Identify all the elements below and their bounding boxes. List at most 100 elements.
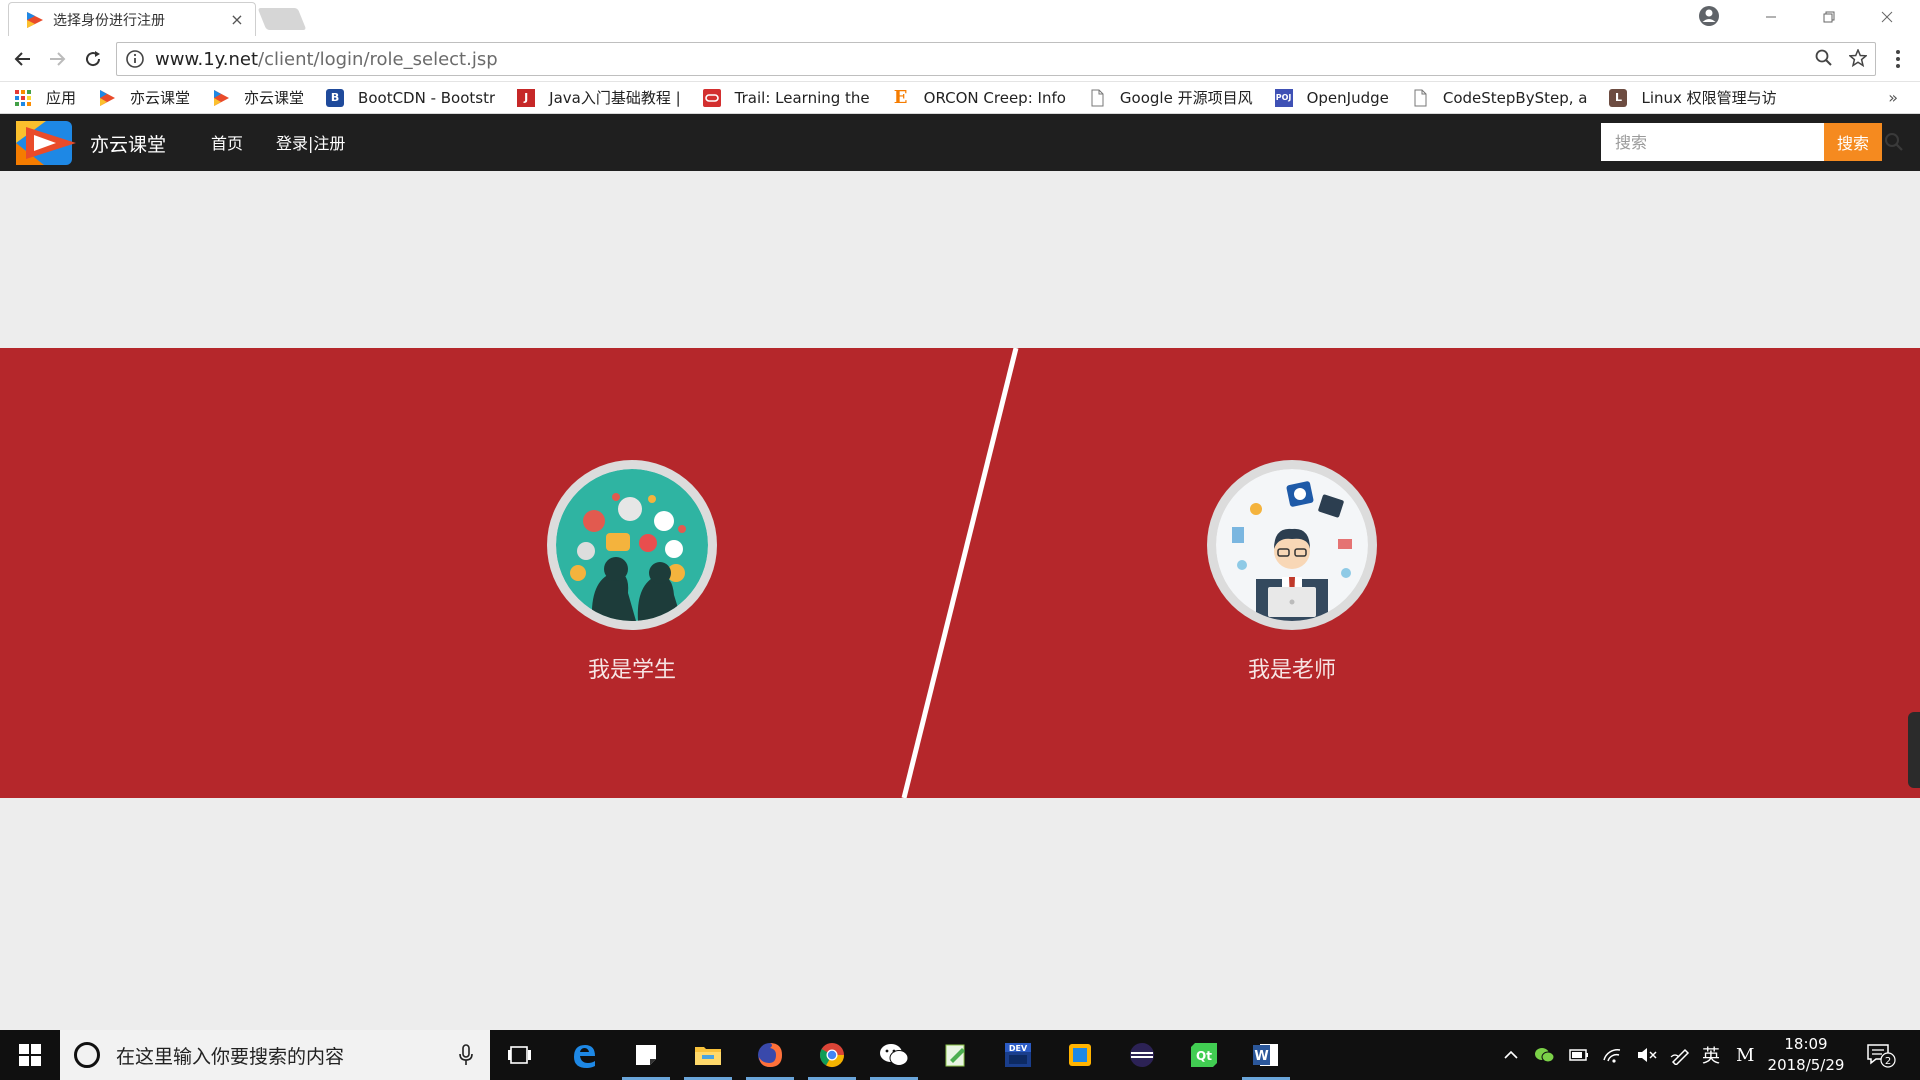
notepad-icon[interactable] [936, 1036, 976, 1074]
sticky-notes-icon[interactable] [622, 1036, 670, 1080]
browser-toolbar: www.1y.net/client/login/role_select.jsp [0, 36, 1920, 82]
chrome-icon[interactable] [808, 1036, 856, 1080]
wechat-icon[interactable] [870, 1036, 918, 1080]
bookmark-google-style[interactable]: Google 开源项目风 [1088, 87, 1253, 108]
orcon-e-icon: E [893, 88, 908, 107]
poj-icon: POJ [1274, 88, 1293, 107]
address-bar[interactable]: www.1y.net/client/login/role_select.jsp [116, 42, 1876, 76]
profile-icon[interactable] [1698, 5, 1720, 27]
student-role-card[interactable]: 我是学生 [532, 460, 732, 684]
forward-arrow-icon[interactable] [42, 44, 72, 74]
reload-icon[interactable] [78, 44, 108, 74]
bookmark-yiyun-2[interactable]: 亦云课堂 [212, 87, 304, 108]
java-tutorial-icon: J [517, 88, 536, 107]
archive-app-icon[interactable] [1060, 1036, 1100, 1074]
start-button[interactable] [0, 1030, 60, 1080]
bookmark-yiyun-1[interactable]: 亦云课堂 [98, 87, 190, 108]
bookmark-label: 亦云课堂 [130, 89, 191, 107]
notification-count: 2 [1885, 1056, 1891, 1067]
cortana-icon[interactable] [74, 1042, 100, 1068]
battery-icon[interactable] [1568, 1046, 1590, 1064]
bookmark-star-icon[interactable] [1849, 49, 1867, 67]
wechat-tray-icon[interactable] [1534, 1046, 1556, 1064]
back-arrow-icon[interactable] [8, 44, 38, 74]
bookmark-label: ORCON Creep: Info [923, 88, 1066, 107]
bookmarks-overflow-icon[interactable]: » [1888, 88, 1898, 107]
yiyun-favicon-icon [27, 11, 43, 28]
minimize-icon[interactable] [1742, 0, 1800, 34]
show-hidden-icons-icon[interactable] [1502, 1046, 1520, 1064]
brand-name: 亦云课堂 [90, 133, 167, 156]
role-select-band: 我是学生 我是老师 [0, 348, 1920, 798]
microphone-icon[interactable] [458, 1044, 474, 1066]
bookmark-linux[interactable]: L Linux 权限管理与访 [1609, 87, 1777, 108]
yiyun-brand-logo-icon [16, 121, 76, 165]
bookmark-java[interactable]: J Java入门基础教程 | [517, 87, 681, 108]
eclipse-icon[interactable] [1122, 1036, 1162, 1074]
firefox-icon[interactable] [746, 1036, 794, 1080]
yiyun-logo-icon [214, 89, 230, 106]
bookmark-openjudge[interactable]: POJ OpenJudge [1274, 88, 1389, 107]
wifi-icon[interactable] [1602, 1046, 1624, 1064]
windows-taskbar: 在这里输入你要搜索的内容 DEV Qt W 英 M 18:09 2018/5/2… [0, 1030, 1920, 1080]
close-window-icon[interactable] [1858, 0, 1916, 34]
bookmark-label: 应用 [46, 89, 77, 107]
url-text[interactable]: www.1y.net/client/login/role_select.jsp [155, 49, 498, 70]
devcpp-icon[interactable]: DEV [998, 1036, 1038, 1074]
task-view-icon[interactable] [500, 1036, 540, 1074]
word-icon[interactable]: W [1242, 1036, 1290, 1080]
new-tab-button[interactable] [257, 8, 307, 30]
yiyun-logo-icon [100, 89, 116, 106]
restore-icon[interactable] [1800, 0, 1858, 34]
bookmark-label: Google 开源项目风 [1119, 89, 1253, 107]
bootcdn-icon: B [326, 88, 345, 107]
bookmark-label: Java入门基础教程 | [549, 89, 681, 107]
bookmark-label: CodeStepByStep, a [1442, 88, 1588, 107]
file-explorer-icon[interactable] [684, 1036, 732, 1080]
qt-creator-icon[interactable]: Qt [1184, 1036, 1224, 1074]
site-search-input[interactable] [1601, 123, 1824, 161]
bookmark-oracle[interactable]: Trail: Learning the [702, 88, 870, 107]
bookmark-label: Trail: Learning the [734, 88, 870, 107]
volume-muted-icon[interactable] [1636, 1046, 1658, 1064]
site-navbar: 亦云课堂 首页 登录|注册 搜索 [0, 114, 1920, 171]
taskbar-clock[interactable]: 18:09 2018/5/29 [1766, 1034, 1846, 1076]
svg-text:Qt: Qt [1196, 1049, 1212, 1063]
ime-mode-indicator[interactable]: M [1736, 1045, 1754, 1066]
nav-home-link[interactable]: 首页 [211, 130, 243, 154]
svg-text:W: W [1254, 1049, 1268, 1064]
teacher-role-card[interactable]: 我是老师 [1192, 460, 1392, 684]
browser-tab-active[interactable]: 选择身份进行注册 × [8, 2, 256, 36]
teacher-role-label[interactable]: 我是老师 [1192, 652, 1392, 684]
oracle-icon [702, 88, 721, 107]
zoom-search-icon[interactable] [1815, 49, 1833, 67]
taskbar-search-box[interactable]: 在这里输入你要搜索的内容 [60, 1030, 490, 1080]
apps-grid-icon [15, 89, 31, 106]
ime-language-indicator[interactable]: 英 [1702, 1042, 1720, 1068]
bookmark-bootcdn[interactable]: B BootCDN - Bootstr [326, 88, 495, 107]
system-tray: 英 M [1502, 1030, 1754, 1080]
nav-login-register-link[interactable]: 登录|注册 [276, 130, 345, 154]
bookmark-label: 亦云课堂 [244, 89, 305, 107]
clock-time: 18:09 [1784, 1035, 1828, 1053]
site-search-button[interactable]: 搜索 [1824, 123, 1882, 161]
brand-link[interactable]: 亦云课堂 [16, 119, 166, 167]
tab-close-icon[interactable]: × [229, 10, 245, 29]
taskbar-search-placeholder: 在这里输入你要搜索的内容 [116, 1045, 345, 1068]
browser-menu-icon[interactable] [1888, 48, 1908, 70]
edge-browser-icon[interactable] [564, 1036, 604, 1074]
bookmark-apps[interactable]: 应用 [14, 87, 76, 108]
teacher-avatar[interactable] [1207, 460, 1377, 630]
clock-date: 2018/5/29 [1767, 1056, 1845, 1074]
bookmark-orcon[interactable]: E ORCON Creep: Info [892, 89, 1066, 107]
site-info-icon[interactable] [125, 49, 145, 69]
student-avatar[interactable] [547, 460, 717, 630]
page-side-handle[interactable] [1908, 712, 1920, 788]
pen-ink-icon[interactable] [1670, 1045, 1692, 1065]
page-icon [1091, 89, 1104, 106]
action-center-button[interactable]: 2 [1866, 1042, 1896, 1068]
bookmark-label: OpenJudge [1306, 88, 1389, 107]
student-role-label[interactable]: 我是学生 [532, 652, 732, 684]
bookmark-codestepbystep[interactable]: CodeStepByStep, a [1411, 88, 1588, 107]
browser-tabstrip: 选择身份进行注册 × [0, 0, 1920, 36]
